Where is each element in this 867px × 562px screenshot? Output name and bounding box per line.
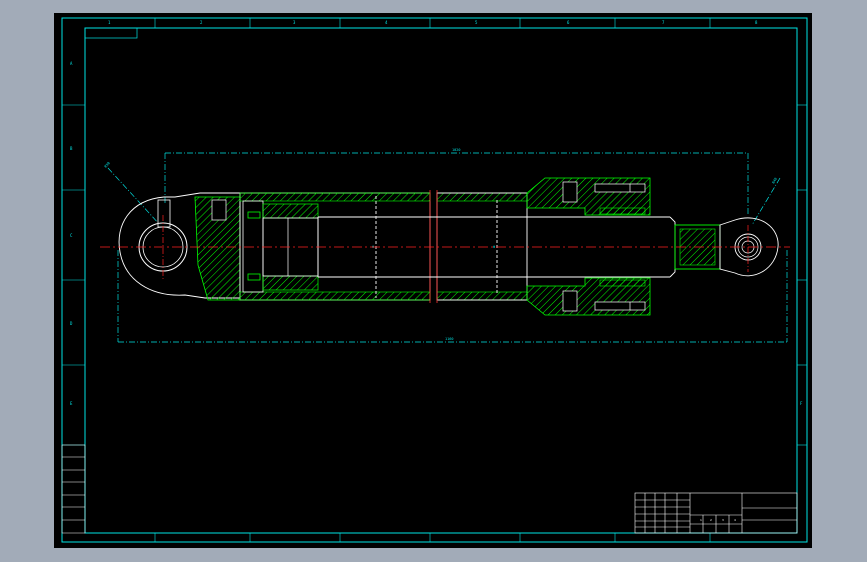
sheet-mark-4: 4 xyxy=(734,518,736,522)
sheet-mark-1: 1 xyxy=(700,518,702,522)
dimension-top-span: 1020 xyxy=(452,148,460,152)
sheet-mark-2: 2 xyxy=(710,518,712,522)
sheet-mark-3: 3 xyxy=(722,518,724,522)
drawing-sheet xyxy=(54,13,812,548)
dimension-bottom-span: 1160 xyxy=(445,337,453,341)
cad-drawing-canvas[interactable]: 1 2 3 4 5 6 7 8 A B C D E F 1 2 3 4 1020… xyxy=(0,0,867,562)
rod-label: Φ xyxy=(493,245,495,249)
